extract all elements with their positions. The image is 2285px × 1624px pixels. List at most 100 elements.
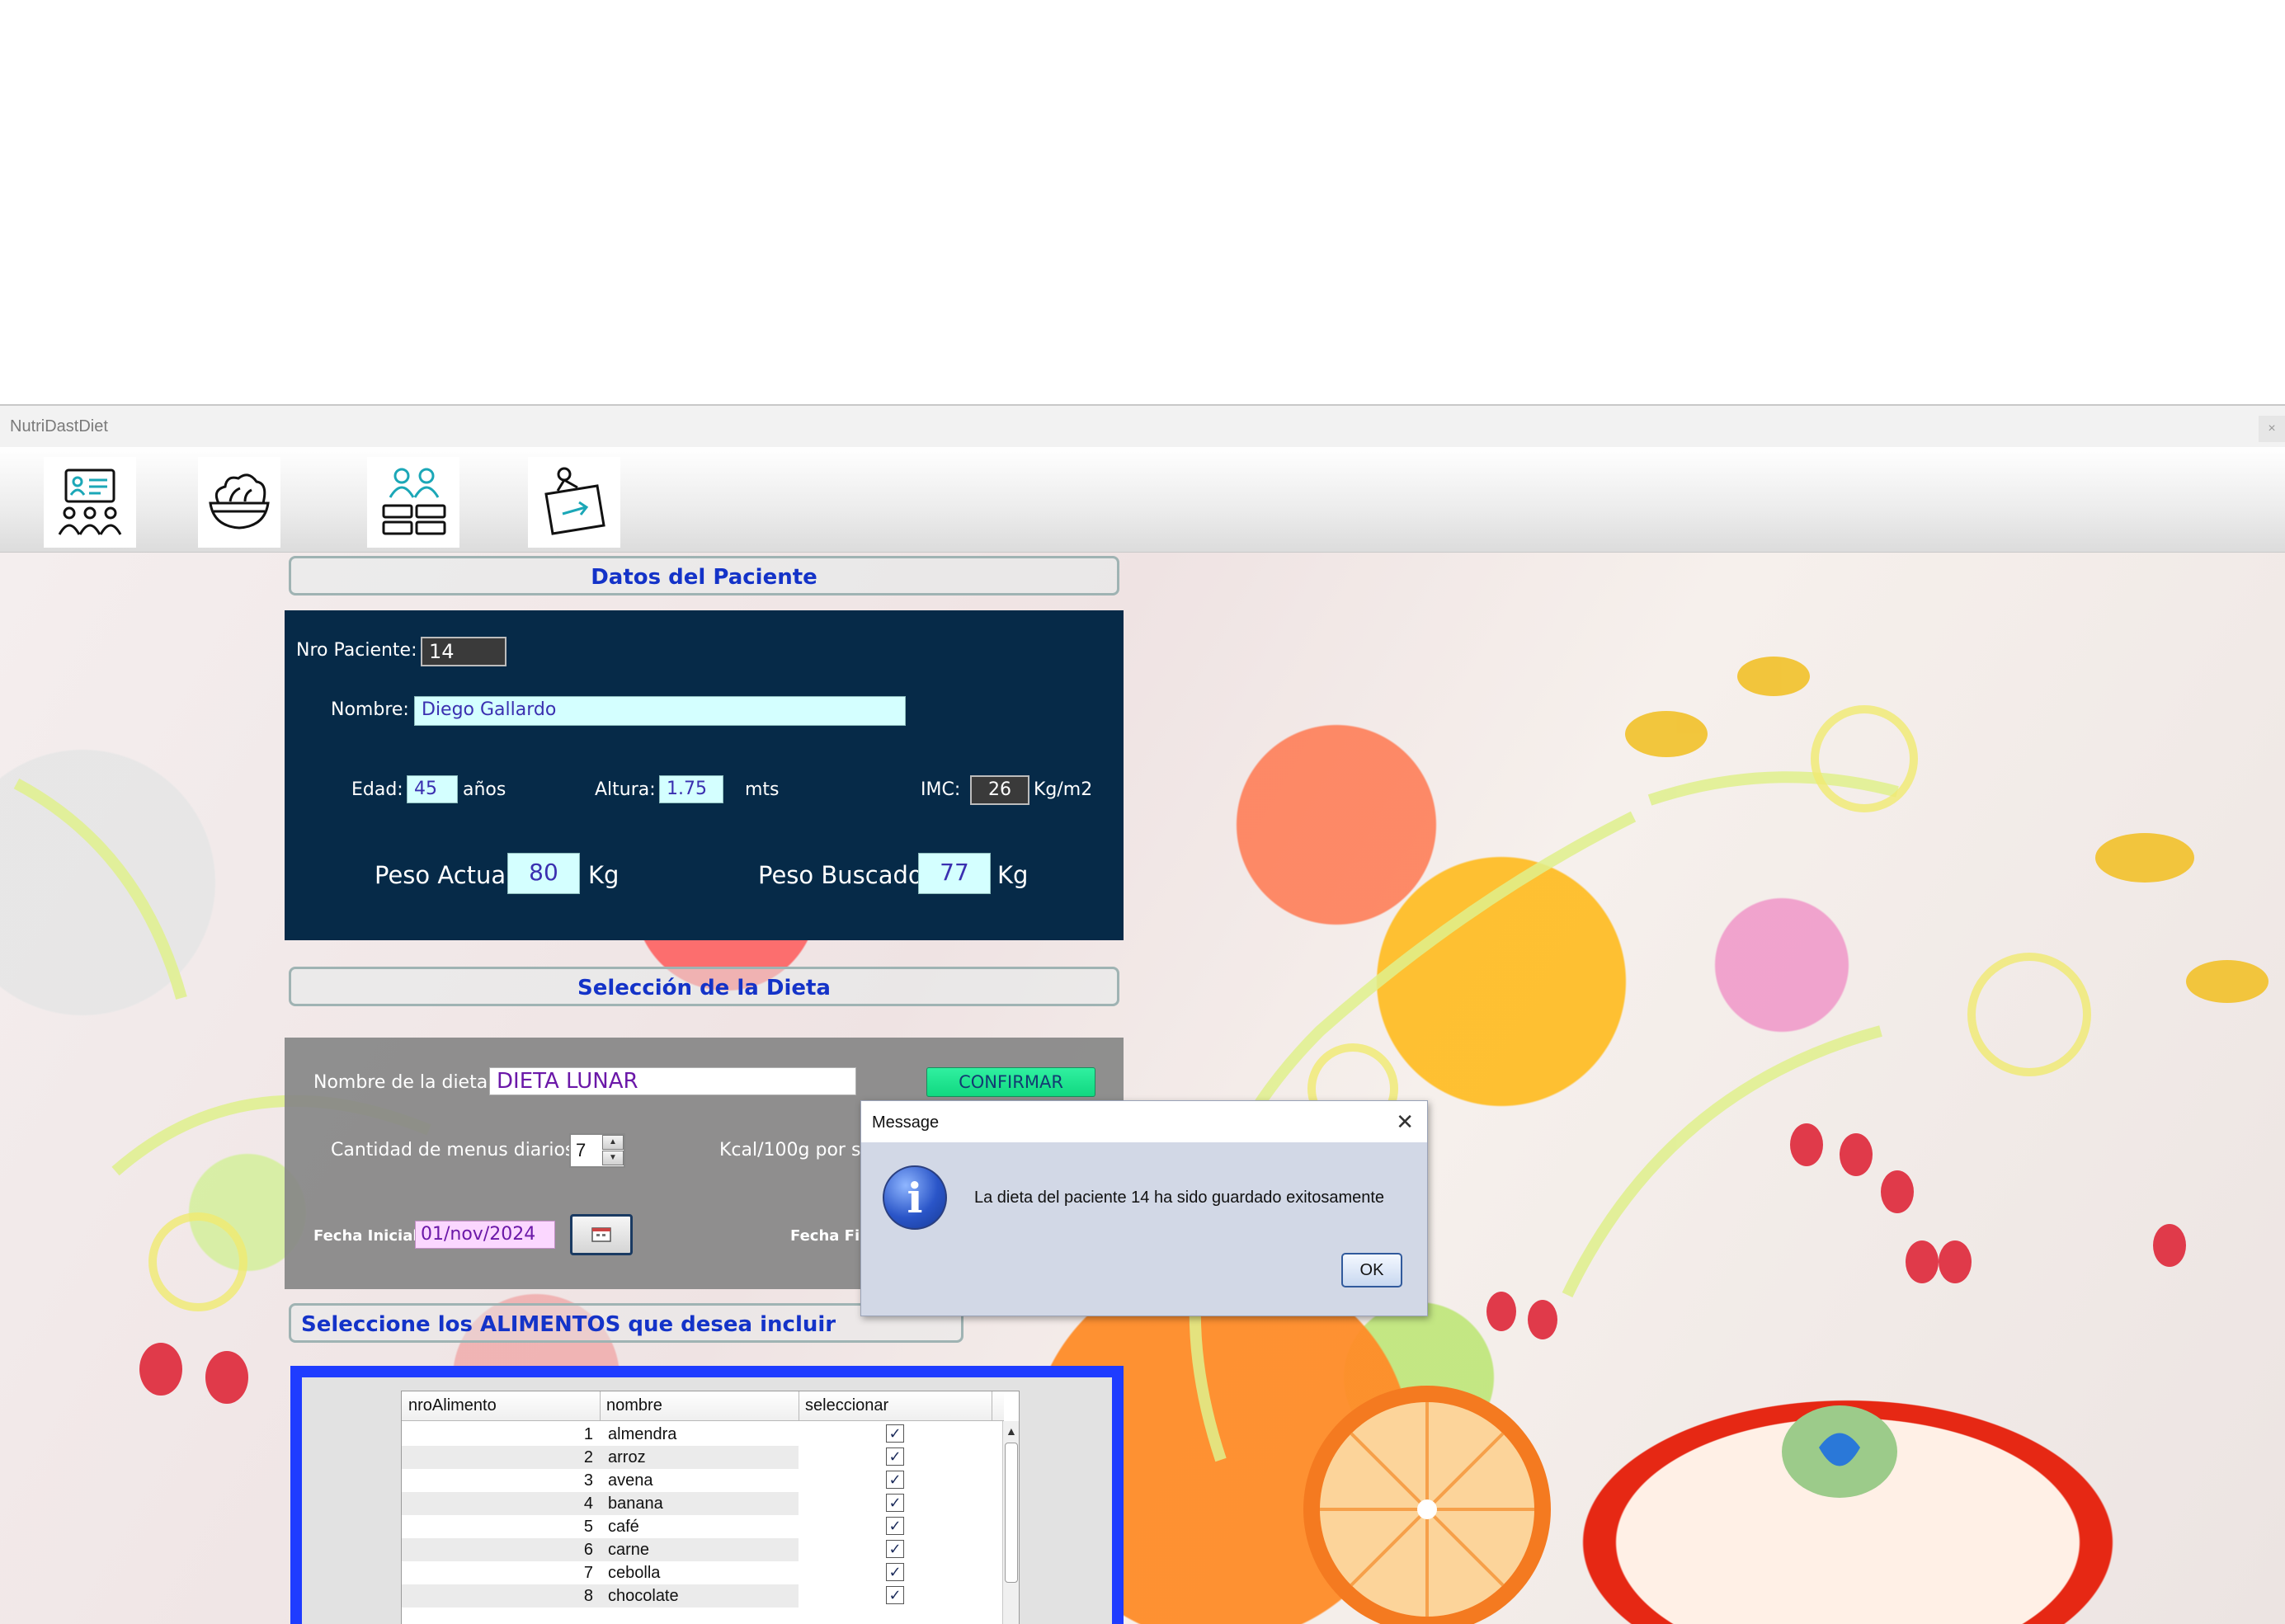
- row-nombre: banana: [608, 1495, 663, 1513]
- peso-buscado-field[interactable]: 77: [918, 853, 991, 894]
- dialog-close-icon[interactable]: ✕: [1396, 1109, 1414, 1135]
- row-nro: 1: [583, 1425, 593, 1443]
- users-table-icon: [382, 468, 446, 535]
- dialog-title-bar: Message ✕: [861, 1101, 1427, 1142]
- peso-actual-field[interactable]: 80: [507, 853, 580, 894]
- table-row[interactable]: 5 café ✓: [402, 1515, 1004, 1538]
- imc-label: IMC:: [921, 779, 961, 800]
- message-dialog: Message ✕ i La dieta del paciente 14 ha …: [860, 1100, 1428, 1316]
- food-inner: nroAlimento nombre seleccionar 1 almendr…: [302, 1377, 1112, 1624]
- row-checkbox[interactable]: ✓: [886, 1540, 904, 1558]
- diet-section-title: Selección de la Dieta: [577, 976, 831, 1000]
- diet-name-label: Nombre de la dieta:: [313, 1072, 494, 1093]
- menus-label: Cantidad de menus diarios:: [331, 1140, 581, 1160]
- altura-label: Altura:: [595, 779, 656, 800]
- row-checkbox[interactable]: ✓: [886, 1586, 904, 1604]
- col-header-nombre[interactable]: nombre: [606, 1396, 662, 1415]
- calendar-icon: [591, 1227, 611, 1242]
- col-header-seleccionar[interactable]: seleccionar: [805, 1396, 888, 1415]
- confirm-button[interactable]: CONFIRMAR: [926, 1067, 1095, 1097]
- imc-unit: Kg/m2: [1034, 779, 1093, 800]
- row-nro: 6: [583, 1541, 593, 1559]
- col-header-nro[interactable]: nroAlimento: [408, 1396, 497, 1415]
- calendar-button[interactable]: [570, 1214, 633, 1255]
- peso-actual-label: Peso Actual:: [375, 861, 521, 889]
- table-row[interactable]: 7 cebolla ✓: [402, 1561, 1004, 1584]
- nro-paciente-label: Nro Paciente:: [296, 640, 417, 661]
- fecha-final-label: Fecha Fin: [790, 1227, 870, 1245]
- foods-table: nroAlimento nombre seleccionar 1 almendr…: [401, 1391, 1020, 1624]
- table-row[interactable]: 8 chocolate ✓: [402, 1584, 1004, 1608]
- kcal-label: Kcal/100g por se: [719, 1140, 872, 1160]
- row-nro: 3: [583, 1471, 593, 1490]
- window-title: NutriDastDiet: [10, 417, 108, 435]
- peso-actual-unit: Kg: [588, 861, 620, 889]
- food-panel: nroAlimento nombre seleccionar 1 almendr…: [290, 1366, 1124, 1624]
- row-nro: 2: [583, 1448, 593, 1466]
- main-content: Datos del Paciente Nro Paciente: 14 Nomb…: [0, 553, 2285, 1624]
- row-nro: 7: [583, 1564, 593, 1582]
- row-nombre: cebolla: [608, 1564, 661, 1582]
- row-nombre: avena: [608, 1471, 653, 1490]
- row-checkbox[interactable]: ✓: [886, 1471, 904, 1489]
- row-nombre: café: [608, 1518, 639, 1536]
- exit-toolbar-button[interactable]: [528, 457, 620, 548]
- row-nombre: carne: [608, 1541, 650, 1559]
- menus-value: 7: [576, 1140, 587, 1160]
- toolbar: [0, 447, 2285, 553]
- row-checkbox[interactable]: ✓: [886, 1563, 904, 1581]
- table-row[interactable]: 6 carne ✓: [402, 1538, 1004, 1561]
- menus-spinner[interactable]: 7 ▲ ▼: [569, 1133, 625, 1168]
- patient-panel: Nro Paciente: 14 Nombre: Diego Gallardo …: [285, 610, 1124, 940]
- table-row[interactable]: 3 avena ✓: [402, 1469, 1004, 1492]
- row-nro: 4: [583, 1495, 593, 1513]
- app-window: NutriDastDiet × Datos del Paciente Nro P…: [0, 404, 2285, 1624]
- peso-buscado-unit: Kg: [997, 861, 1029, 889]
- nombre-label: Nombre:: [331, 699, 409, 720]
- table-scrollbar[interactable]: ▲: [1002, 1421, 1019, 1624]
- row-checkbox[interactable]: ✓: [886, 1424, 904, 1443]
- groups-toolbar-button[interactable]: [367, 457, 459, 548]
- row-nro: 8: [583, 1587, 593, 1605]
- diet-name-field[interactable]: DIETA LUNAR: [489, 1067, 856, 1095]
- row-checkbox[interactable]: ✓: [886, 1447, 904, 1466]
- table-row[interactable]: 4 banana ✓: [402, 1492, 1004, 1515]
- table-row[interactable]: 2 arroz ✓: [402, 1446, 1004, 1469]
- dialog-message: La dieta del paciente 14 ha sido guardad…: [974, 1189, 1385, 1207]
- spinner-down-icon[interactable]: ▼: [602, 1151, 624, 1165]
- row-nombre: chocolate: [608, 1587, 679, 1605]
- scroll-up-icon[interactable]: ▲: [1006, 1424, 1017, 1438]
- row-nombre: almendra: [608, 1425, 677, 1443]
- fecha-inicial-label: Fecha Inicial:: [313, 1227, 424, 1245]
- spinner-up-icon[interactable]: ▲: [602, 1135, 624, 1150]
- title-bar: NutriDastDiet ×: [0, 406, 2285, 447]
- column-separator: [600, 1391, 601, 1421]
- foods-table-header: nroAlimento nombre seleccionar: [402, 1391, 1004, 1421]
- ok-button[interactable]: OK: [1341, 1253, 1402, 1287]
- foods-toolbar-button[interactable]: [198, 457, 280, 548]
- row-nombre: arroz: [608, 1448, 646, 1466]
- altura-unit: mts: [745, 779, 780, 800]
- scrollbar-thumb[interactable]: [1005, 1443, 1018, 1583]
- edad-unit: años: [463, 779, 506, 800]
- altura-field[interactable]: 1.75: [659, 775, 723, 803]
- row-nro: 5: [583, 1518, 593, 1536]
- diet-section-header: Selección de la Dieta: [289, 967, 1119, 1006]
- info-icon: i: [883, 1165, 947, 1230]
- nro-paciente-field[interactable]: 14: [421, 637, 506, 666]
- patients-toolbar-button[interactable]: [44, 457, 136, 548]
- patient-section-header: Datos del Paciente: [289, 556, 1119, 595]
- edad-field[interactable]: 45: [407, 775, 458, 803]
- window-close-button[interactable]: ×: [2259, 416, 2285, 442]
- exit-sign-icon: [544, 467, 605, 535]
- salad-bowl-icon: [209, 473, 270, 530]
- row-checkbox[interactable]: ✓: [886, 1494, 904, 1512]
- fecha-inicial-field[interactable]: 01/nov/2024: [415, 1221, 555, 1249]
- table-row[interactable]: 1 almendra ✓: [402, 1423, 1004, 1446]
- patient-card-group-icon: [58, 468, 122, 535]
- peso-buscado-label: Peso Buscado:: [758, 861, 931, 889]
- imc-field[interactable]: 26: [970, 775, 1029, 805]
- nombre-field[interactable]: Diego Gallardo: [414, 696, 906, 726]
- dialog-title: Message: [872, 1113, 940, 1132]
- row-checkbox[interactable]: ✓: [886, 1517, 904, 1535]
